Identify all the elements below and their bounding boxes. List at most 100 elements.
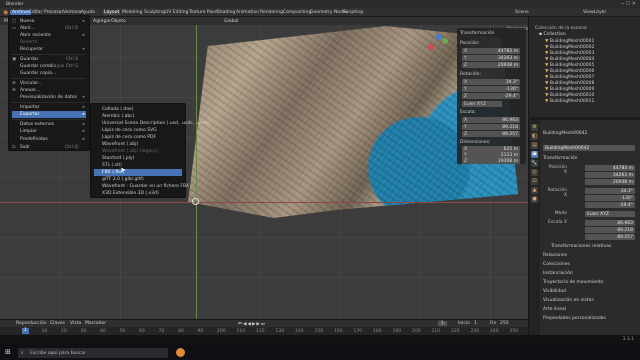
tab-scripting[interactable]: Scripting bbox=[343, 10, 363, 15]
tool-icon[interactable]: ⚙ bbox=[531, 124, 538, 131]
prop-rotation-mode[interactable]: Euler XYZ bbox=[585, 211, 635, 217]
output-icon[interactable]: ▤ bbox=[531, 142, 538, 149]
export-alembic[interactable]: Alembic (.abc) bbox=[94, 113, 182, 120]
menu-item-link[interactable]: ⊕ Vincular... bbox=[12, 80, 86, 87]
prop-scale-x[interactable]: 86.963 bbox=[585, 220, 635, 226]
prop-location-z[interactable]: 20938 m bbox=[585, 179, 635, 185]
tab-modeling[interactable]: Modeling bbox=[122, 10, 142, 15]
export-wavefront-obj[interactable]: Wavefront (.obj) bbox=[94, 141, 182, 148]
menu-view[interactable]: Vista bbox=[70, 321, 81, 326]
export-stl[interactable]: STL (.stl) bbox=[94, 162, 182, 169]
menu-item-clean-up[interactable]: Limpiar ▸ bbox=[12, 128, 86, 135]
scale-x-field[interactable]: X 86.963 bbox=[462, 117, 520, 123]
section-delta-transform[interactable]: Transformaciones relativas bbox=[551, 244, 611, 249]
section-relations[interactable]: Relaciones bbox=[543, 253, 567, 258]
export-fbx[interactable]: FBX (.fbx) bbox=[94, 169, 182, 176]
menu-marker[interactable]: Marcador bbox=[85, 321, 106, 326]
blender-logo-icon[interactable]: ◉ bbox=[3, 9, 8, 16]
tab-texture-paint[interactable]: Texture Paint bbox=[189, 10, 218, 15]
export-usd[interactable]: Universal Scene Description (.usd, .usdc… bbox=[94, 120, 210, 127]
section-line-art[interactable]: Arte lineal bbox=[543, 307, 566, 312]
section-collections[interactable]: Colecciones bbox=[543, 262, 570, 267]
tab-sculpting[interactable]: Sculpting bbox=[144, 10, 165, 15]
object-name-field[interactable]: BuildingMesh00642 bbox=[543, 145, 635, 151]
rotation-y-field[interactable]: Y -130° bbox=[462, 86, 520, 92]
location-z-field[interactable]: Z 20938 m bbox=[462, 62, 520, 68]
render-icon[interactable]: ◧ bbox=[531, 133, 538, 140]
menu-playback[interactable]: Reproducción bbox=[16, 321, 47, 326]
playback-controls[interactable]: ⏮◀◀▶▶⏭ bbox=[238, 321, 266, 327]
prop-rotation-z[interactable]: -29.4° bbox=[585, 202, 635, 208]
modifier-icon[interactable]: 🔧 bbox=[531, 160, 538, 167]
location-y-field[interactable]: Y 34263 m bbox=[462, 55, 520, 61]
menu-item-external-data[interactable]: Datos externos ▸ bbox=[12, 121, 86, 128]
prop-rotation-y[interactable]: -130° bbox=[585, 195, 635, 201]
tab-shading[interactable]: Shading bbox=[217, 10, 235, 15]
outliner-item[interactable]: ▼ BuildingMesh00011 bbox=[545, 99, 638, 105]
object-icon[interactable]: ▣ bbox=[531, 151, 538, 158]
tab-layout[interactable]: Layout bbox=[103, 10, 121, 15]
tab-rendering[interactable]: Rendering bbox=[260, 10, 283, 15]
tab-compositing[interactable]: Compositing bbox=[283, 10, 311, 15]
scene-selector[interactable]: Scene bbox=[515, 10, 529, 15]
section-custom-properties[interactable]: Propiedades personalizadas bbox=[543, 316, 606, 321]
scale-z-field[interactable]: Z 89.257 bbox=[462, 131, 520, 137]
gizmo-x-icon[interactable] bbox=[428, 44, 434, 50]
export-grease-pencil-svg[interactable]: Lápiz de cera como SVG bbox=[94, 127, 182, 134]
blender-taskbar-icon[interactable] bbox=[176, 348, 185, 357]
prop-scale-z[interactable]: 89.257 bbox=[585, 234, 635, 240]
menu-item-quit[interactable]: ⏻ Salir Ctrl Q bbox=[12, 144, 86, 151]
windows-start-icon[interactable]: ⊞ bbox=[5, 348, 11, 356]
window-controls[interactable]: ─ ☐ ✕ bbox=[621, 1, 636, 7]
menu-item-new[interactable]: □ Nuevo ▸ bbox=[12, 18, 86, 25]
scale-y-field[interactable]: Y 89.218 bbox=[462, 124, 520, 130]
section-viewport-display[interactable]: Visualización en vistas bbox=[543, 298, 594, 303]
orientation-selector[interactable]: Global bbox=[224, 19, 238, 24]
current-frame-field[interactable]: 1 bbox=[438, 321, 447, 326]
rotation-mode-select[interactable]: Euler XYZ bbox=[462, 101, 502, 107]
menu-item-open-recent[interactable]: Abrir reciente ▸ bbox=[12, 32, 86, 39]
location-x-field[interactable]: X 44783 m bbox=[462, 48, 520, 54]
rotation-z-field[interactable]: Z -29.4° bbox=[462, 93, 520, 99]
start-frame-field[interactable]: 1 bbox=[474, 321, 477, 326]
tab-uv-editing[interactable]: UV Editing bbox=[165, 10, 188, 15]
prop-location-x[interactable]: 44783 m bbox=[585, 165, 635, 171]
collection-row[interactable]: ▪ Collection bbox=[539, 32, 638, 38]
menu-item-export[interactable]: Exportar ▸ bbox=[12, 111, 86, 118]
tab-animation[interactable]: Animation bbox=[236, 10, 259, 15]
prop-scale-y[interactable]: 89.218 bbox=[585, 227, 635, 233]
transform-section[interactable]: Transformación bbox=[543, 156, 577, 161]
menu-item-recover[interactable]: Recuperar ▸ bbox=[12, 46, 86, 53]
taskbar-search-input[interactable]: ⌕ Escribe aquí para buscar bbox=[18, 348, 168, 358]
menu-item-save-as[interactable]: Guardar como... Mayús Ctrl S bbox=[12, 63, 86, 70]
export-fbx-tooltip-row[interactable]: Wavefront - Guardar en un fichero FBX bbox=[94, 183, 189, 190]
view-layer-selector[interactable]: ViewLayer bbox=[583, 10, 606, 15]
gizmo-y-icon[interactable] bbox=[442, 38, 448, 44]
navigation-gizmo[interactable] bbox=[428, 34, 450, 58]
3d-cursor-icon[interactable] bbox=[192, 198, 199, 205]
menu-keying[interactable]: Claves bbox=[50, 321, 65, 326]
dimensions-z-field[interactable]: Z 19308 m bbox=[462, 158, 520, 164]
prop-rotation-x[interactable]: 34.3° bbox=[585, 188, 635, 194]
menu-object[interactable]: Objeto bbox=[111, 19, 126, 24]
export-grease-pencil-pdf[interactable]: Lápiz de cera como PDF bbox=[94, 134, 182, 141]
constraint-icon[interactable]: ⊡ bbox=[531, 178, 538, 185]
export-gltf[interactable]: glTF 2.0 (.glb/.gltf) bbox=[94, 176, 182, 183]
section-motion-paths[interactable]: Trayectoria de movimiento bbox=[543, 280, 603, 285]
export-wavefront-obj-legacy[interactable]: Wavefront (.obj) (legacy) bbox=[94, 148, 182, 155]
export-x3d[interactable]: X3D Extensible 3D (.x3d) bbox=[94, 190, 182, 197]
menu-add[interactable]: Agregar bbox=[93, 19, 111, 24]
prop-location-y[interactable]: 34263 m bbox=[585, 172, 635, 178]
end-frame-field[interactable]: 250 bbox=[500, 321, 509, 326]
data-icon[interactable]: ▲ bbox=[531, 187, 538, 194]
rotation-x-field[interactable]: X 34.3° bbox=[462, 79, 520, 85]
timeline-panel[interactable]: Reproducción Claves Vista Marcador ⏮◀◀▶▶… bbox=[0, 319, 528, 335]
gizmo-z-icon[interactable] bbox=[436, 34, 442, 40]
menu-item-save[interactable]: ▣ Guardar Ctrl S bbox=[12, 56, 86, 63]
menu-item-save-copy[interactable]: Guardar copia... bbox=[12, 70, 86, 77]
material-icon[interactable]: ● bbox=[531, 196, 538, 203]
section-visibility[interactable]: Visibilidad bbox=[543, 289, 566, 294]
menu-item-data-previews[interactable]: Previsualización de datos ▸ bbox=[12, 94, 86, 101]
export-stanford-ply[interactable]: Stanford (.ply) bbox=[94, 155, 182, 162]
menu-item-revert[interactable]: Revertir bbox=[12, 39, 86, 46]
